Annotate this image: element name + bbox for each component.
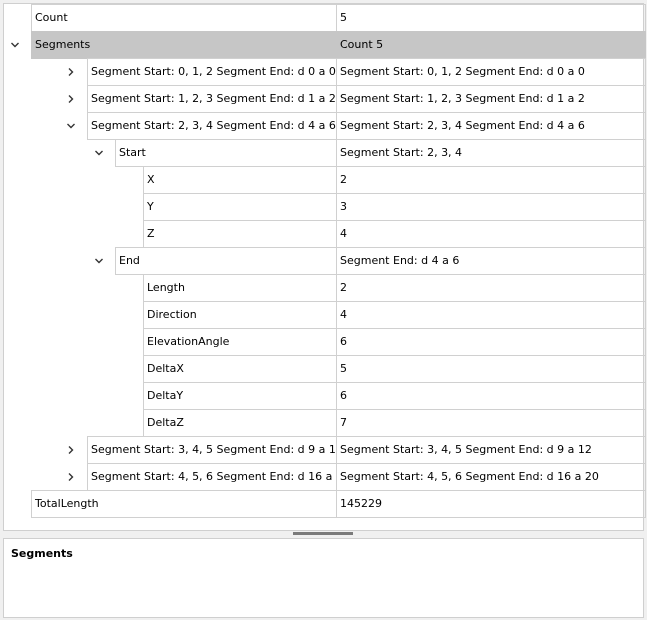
chevron-right-icon[interactable] <box>63 463 79 490</box>
property-value[interactable]: Segment Start: 3, 4, 5 Segment End: d 9 … <box>336 436 646 464</box>
property-value[interactable]: 2 <box>336 274 646 302</box>
property-value[interactable]: 5 <box>336 355 646 383</box>
property-row[interactable]: Segment Start: 0, 1, 2 Segment End: d 0 … <box>4 58 646 86</box>
property-name[interactable]: DeltaY <box>143 382 336 410</box>
property-value[interactable]: Count 5 <box>336 31 646 59</box>
property-value[interactable]: Segment Start: 0, 1, 2 Segment End: d 0 … <box>336 58 646 86</box>
property-value[interactable]: 2 <box>336 166 646 194</box>
property-row[interactable]: Segment Start: 2, 3, 4 Segment End: d 4 … <box>4 112 646 140</box>
property-value[interactable]: Segment End: d 4 a 6 <box>336 247 646 275</box>
property-value[interactable]: 5 <box>336 4 646 32</box>
property-row[interactable]: X2 <box>4 166 646 194</box>
property-row[interactable]: Segment Start: 1, 2, 3 Segment End: d 1 … <box>4 85 646 113</box>
property-name[interactable]: DeltaX <box>143 355 336 383</box>
chevron-down-icon[interactable] <box>63 112 79 139</box>
property-row[interactable]: DeltaZ 7 <box>4 409 646 437</box>
chevron-down-icon[interactable] <box>91 139 107 166</box>
chevron-right-icon[interactable] <box>63 58 79 85</box>
property-name[interactable]: X <box>143 166 336 194</box>
property-row[interactable]: End Segment End: d 4 a 6 <box>4 247 646 275</box>
property-value[interactable]: 3 <box>336 193 646 221</box>
property-value[interactable]: Segment Start: 1, 2, 3 Segment End: d 1 … <box>336 85 646 113</box>
property-value[interactable]: 6 <box>336 382 646 410</box>
chevron-down-icon[interactable] <box>91 247 107 274</box>
property-value[interactable]: 6 <box>336 328 646 356</box>
property-name[interactable]: Segment Start: 1, 2, 3 Segment End: d 1 … <box>87 85 336 113</box>
property-row[interactable]: DeltaX 5 <box>4 355 646 383</box>
property-name[interactable]: Segments <box>31 31 336 59</box>
property-row[interactable]: Z4 <box>4 220 646 248</box>
property-row[interactable]: Segment Start: 4, 5, 6 Segment End: d 16… <box>4 463 646 491</box>
property-name[interactable]: Segment Start: 2, 3, 4 Segment End: d 4 … <box>87 112 336 140</box>
property-row[interactable]: Direction 4 <box>4 301 646 329</box>
property-row[interactable]: Length 2 <box>4 274 646 302</box>
property-name[interactable]: Z <box>143 220 336 248</box>
property-value[interactable]: Segment Start: 2, 3, 4 Segment End: d 4 … <box>336 112 646 140</box>
property-row[interactable]: Segment Start: 3, 4, 5 Segment End: d 9 … <box>4 436 646 464</box>
property-name[interactable]: Start <box>115 139 336 167</box>
description-title: Segments <box>11 547 73 560</box>
property-row[interactable]: Segments Count 5 <box>4 31 646 59</box>
description-panel: Segments <box>3 538 644 618</box>
property-grid: Count 5 Segments Count 5 Segment Start: 0, 1… <box>3 3 646 531</box>
property-row[interactable]: Y3 <box>4 193 646 221</box>
splitter-handle[interactable] <box>293 532 353 535</box>
property-row[interactable]: DeltaY 6 <box>4 382 646 410</box>
property-row[interactable]: ElevationAngle 6 <box>4 328 646 356</box>
property-name[interactable]: Segment Start: 4, 5, 6 Segment End: d 16… <box>87 463 336 491</box>
property-value[interactable]: 4 <box>336 301 646 329</box>
property-value[interactable]: Segment Start: 2, 3, 4 <box>336 139 646 167</box>
property-name[interactable]: Segment Start: 3, 4, 5 Segment End: d 9 … <box>87 436 336 464</box>
property-row[interactable]: TotalLength 145229 <box>4 490 646 518</box>
property-name[interactable]: Direction <box>143 301 336 329</box>
property-name[interactable]: DeltaZ <box>143 409 336 437</box>
chevron-right-icon[interactable] <box>63 436 79 463</box>
property-name[interactable]: ElevationAngle <box>143 328 336 356</box>
property-name[interactable]: Y <box>143 193 336 221</box>
chevron-down-icon[interactable] <box>7 31 23 58</box>
property-name[interactable]: TotalLength <box>31 490 336 518</box>
property-value[interactable]: 4 <box>336 220 646 248</box>
property-name[interactable]: End <box>115 247 336 275</box>
property-value[interactable]: Segment Start: 4, 5, 6 Segment End: d 16… <box>336 463 646 491</box>
property-row[interactable]: Start Segment Start: 2, 3, 4 <box>4 139 646 167</box>
property-name[interactable]: Count <box>31 4 336 32</box>
property-name[interactable]: Segment Start: 0, 1, 2 Segment End: d 0 … <box>87 58 336 86</box>
chevron-right-icon[interactable] <box>63 85 79 112</box>
property-value[interactable]: 7 <box>336 409 646 437</box>
property-name[interactable]: Length <box>143 274 336 302</box>
property-value[interactable]: 145229 <box>336 490 646 518</box>
property-row[interactable]: Count 5 <box>4 4 646 32</box>
